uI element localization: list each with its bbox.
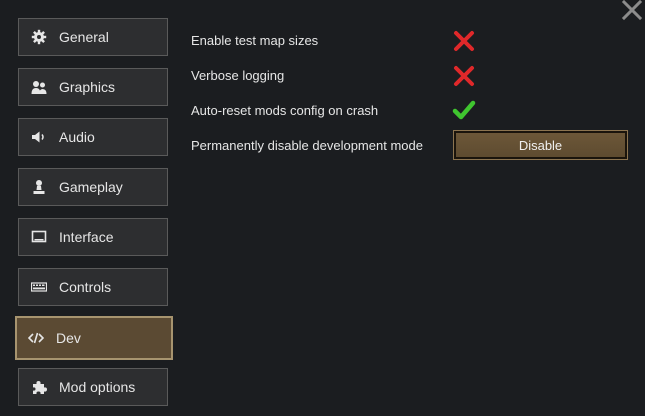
- sidebar-item-graphics[interactable]: Graphics: [18, 68, 168, 106]
- people-icon: [31, 79, 47, 95]
- monitor-icon: [31, 229, 47, 245]
- sidebar-item-mod-options[interactable]: Mod options: [18, 368, 168, 406]
- sidebar-item-label: Mod options: [59, 379, 136, 395]
- pawn-icon: [31, 179, 47, 195]
- setting-label-test-map-sizes: Enable test map sizes: [191, 32, 319, 48]
- puzzle-icon: [31, 379, 47, 395]
- sidebar-item-label: Gameplay: [59, 179, 123, 195]
- sidebar-item-gameplay[interactable]: Gameplay: [18, 168, 168, 206]
- gear-icon: [31, 29, 47, 45]
- verbose-logging-toggle[interactable]: [452, 64, 476, 88]
- disable-dev-mode-button[interactable]: Disable: [453, 130, 628, 160]
- sidebar-item-label: Graphics: [59, 79, 116, 95]
- auto-reset-mods-toggle[interactable]: [452, 98, 476, 122]
- sidebar-item-label: Interface: [59, 229, 114, 245]
- sidebar-item-audio[interactable]: Audio: [18, 118, 168, 156]
- cross-icon: [454, 66, 474, 86]
- sidebar-item-label: Dev: [56, 330, 81, 346]
- sidebar-item-label: General: [59, 29, 109, 45]
- sidebar-item-interface[interactable]: Interface: [18, 218, 168, 256]
- sidebar-item-general[interactable]: General: [18, 18, 168, 56]
- keyboard-icon: [31, 279, 47, 295]
- check-icon: [452, 100, 476, 120]
- sidebar-item-label: Controls: [59, 279, 112, 295]
- sidebar-item-controls[interactable]: Controls: [18, 268, 168, 306]
- test-map-sizes-toggle[interactable]: [452, 29, 476, 53]
- close-button[interactable]: [620, 0, 644, 22]
- cross-icon: [454, 31, 474, 51]
- setting-label-verbose-logging: Verbose logging: [191, 67, 285, 83]
- code-icon: [28, 330, 44, 346]
- sidebar-item-label: Audio: [59, 129, 95, 145]
- setting-label-auto-reset-mods: Auto-reset mods config on crash: [191, 102, 379, 118]
- setting-label-disable-dev-mode: Permanently disable development mode: [191, 137, 423, 153]
- sidebar-item-dev[interactable]: Dev: [15, 316, 173, 360]
- speaker-icon: [31, 129, 47, 145]
- close-icon: [621, 0, 643, 21]
